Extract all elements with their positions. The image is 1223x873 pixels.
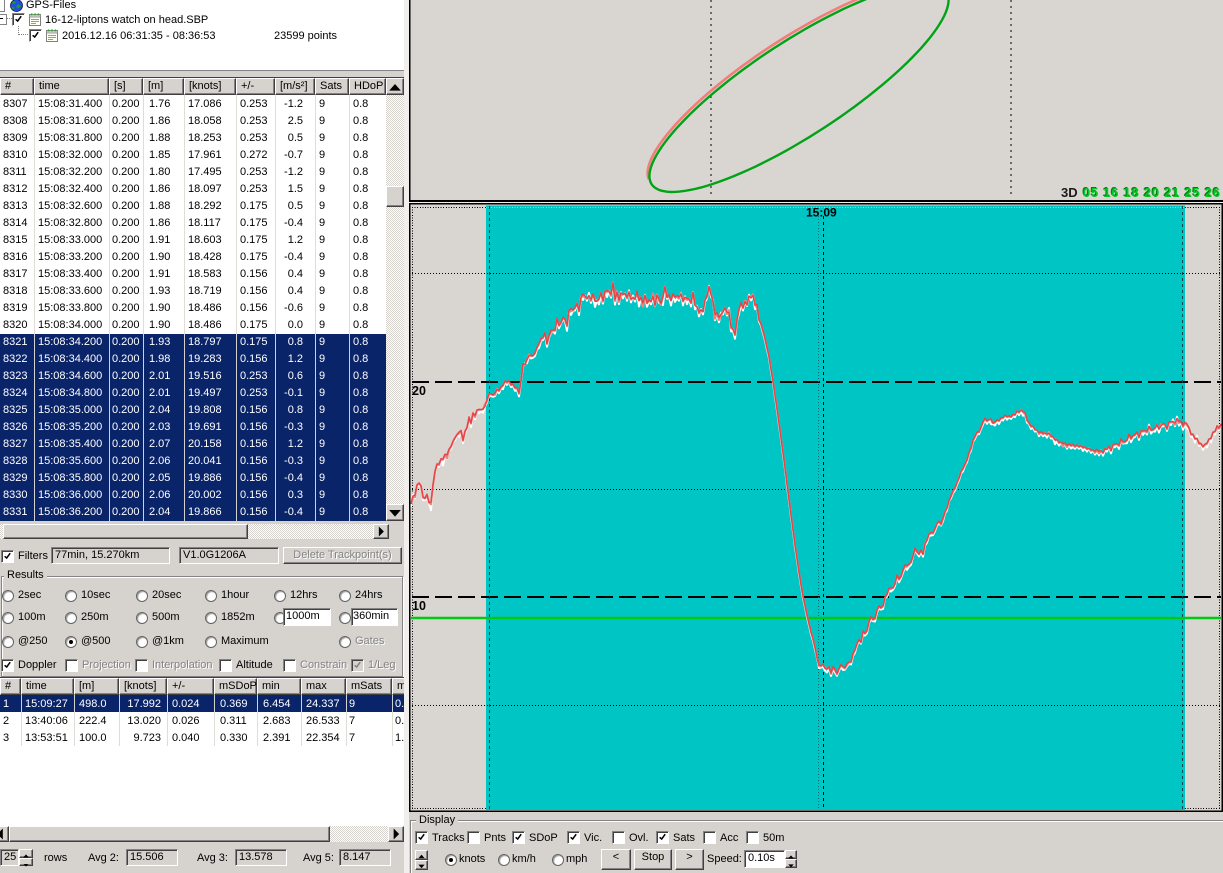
svg-text:05 16 18 20 21 25 26: 05 16 18 20 21 25 26 (1083, 185, 1221, 200)
svg-text:3D: 3D (1061, 185, 1078, 200)
svg-text:15:09: 15:09 (806, 206, 837, 220)
svg-text:20: 20 (412, 384, 426, 398)
svg-text:10: 10 (412, 599, 426, 613)
